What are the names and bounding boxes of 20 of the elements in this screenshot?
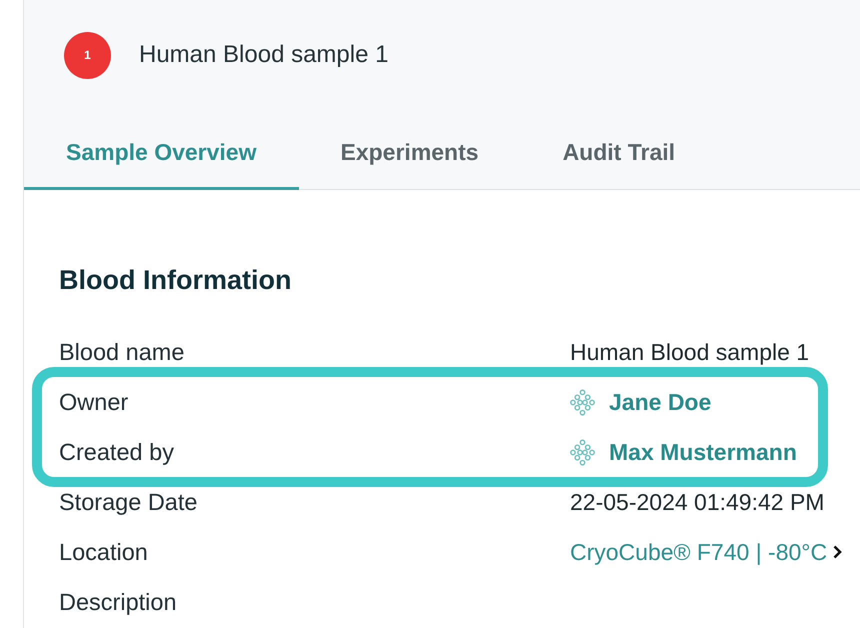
chevron-right-icon [833,545,842,559]
field-label: Created by [59,438,174,466]
tab[interactable]: Sample Overview [24,110,298,190]
field-label: Blood name [59,338,184,366]
field-label: Storage Date [59,488,198,516]
field-value: Human Blood sample 1 [570,338,810,366]
circle-cluster-icon [570,388,595,416]
user-link[interactable]: Max Mustermann [609,438,797,466]
number-badge: 1 [64,32,111,78]
user-link[interactable]: Jane Doe [609,388,712,416]
field-value: 22-05-2024 01:49:42 PM [570,488,824,516]
page-title: Human Blood sample 1 [139,41,388,69]
tab[interactable]: Audit Trail [520,110,718,190]
section-heading: Blood Information [59,265,292,295]
field-label: Description [59,588,177,616]
circle-cluster-icon [570,438,595,466]
tab[interactable]: Experiments [298,110,521,190]
location-link[interactable]: CryoCube® F740 | -80°C [570,538,842,566]
field-label: Location [59,538,148,566]
field-label: Owner [59,388,128,416]
